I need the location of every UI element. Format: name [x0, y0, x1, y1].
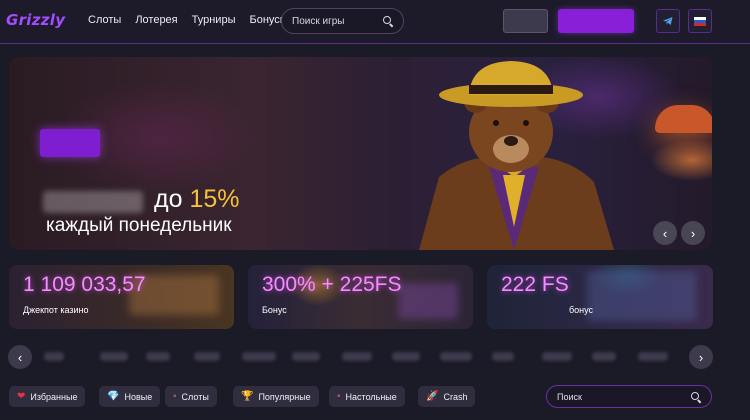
- heart-icon: ❤: [17, 390, 26, 402]
- site-header: Grizzly Слоты Лотерея Турниры Бонусы Пои…: [0, 0, 750, 44]
- hero-title-percent: 15%: [189, 185, 240, 213]
- provider-logo[interactable]: [342, 352, 372, 361]
- rocket-icon: 🚀: [426, 390, 439, 402]
- search-icon[interactable]: [383, 16, 393, 26]
- provider-logo[interactable]: [492, 352, 514, 361]
- provider-logo[interactable]: [292, 352, 320, 361]
- search-icon[interactable]: [691, 391, 701, 402]
- promo-image-blurred: [398, 283, 458, 319]
- provider-logo[interactable]: [392, 352, 420, 361]
- promo-card-jackpot[interactable]: 1 109 033,57 Джекпот казино: [9, 265, 234, 329]
- provider-logo[interactable]: [638, 352, 668, 361]
- jackpot-amount: 1 109 033,57: [23, 273, 146, 296]
- register-button[interactable]: [558, 9, 634, 33]
- hero-banner[interactable]: до 15% каждый понедельник ‹ ›: [9, 57, 712, 250]
- jackpot-label: Джекпот казино: [23, 305, 89, 315]
- providers-prev-button[interactable]: ‹: [8, 345, 32, 369]
- game-search-placeholder: Поиск игры: [292, 15, 345, 27]
- hero-title-blurred: [43, 191, 143, 213]
- provider-logo[interactable]: [44, 352, 64, 361]
- promo-image-blurred: [587, 271, 697, 321]
- nav-lottery[interactable]: Лотерея: [135, 14, 177, 26]
- lamp-decoration: [655, 105, 712, 133]
- cards-icon: ▪: [337, 390, 341, 402]
- catalog-search-placeholder: Поиск: [557, 391, 582, 402]
- provider-logo[interactable]: [100, 352, 128, 361]
- hero-next-button[interactable]: ›: [681, 221, 705, 245]
- category-favorites[interactable]: ❤ Избранные: [9, 386, 86, 407]
- telegram-icon: [663, 17, 673, 25]
- category-popular[interactable]: 🏆 Популярные: [233, 386, 319, 407]
- freespins-label: бонус: [569, 305, 594, 315]
- bonus-amount: 300% + 225FS: [262, 273, 402, 296]
- provider-logo[interactable]: [592, 352, 616, 361]
- bear-mascot-image: [419, 61, 614, 250]
- category-label: Избранные: [30, 391, 78, 402]
- slot-icon: ▪: [173, 390, 177, 402]
- russian-flag-icon: [694, 16, 706, 26]
- provider-logos-strip: [42, 352, 678, 362]
- category-label: Популярные: [258, 391, 311, 402]
- language-selector[interactable]: [688, 9, 712, 33]
- nav-slots[interactable]: Слоты: [88, 14, 121, 26]
- freespins-amount: 222 FS: [501, 273, 569, 296]
- hero-title: до 15%: [154, 185, 240, 214]
- category-label: Настольные: [345, 391, 397, 402]
- telegram-button[interactable]: [656, 9, 680, 33]
- provider-logo[interactable]: [146, 352, 170, 361]
- hero-title-text: до: [154, 185, 183, 213]
- catalog-search-input[interactable]: Поиск: [546, 385, 712, 408]
- trophy-icon: 🏆: [241, 390, 254, 402]
- hero-subtitle: каждый понедельник: [46, 215, 232, 236]
- login-button[interactable]: [503, 9, 548, 33]
- providers-next-button[interactable]: ›: [689, 345, 713, 369]
- category-label: Crash: [443, 391, 468, 402]
- nav-tournaments[interactable]: Турниры: [192, 14, 236, 26]
- hero-badge: [40, 129, 100, 157]
- category-slots[interactable]: ▪ Слоты: [165, 386, 217, 407]
- provider-logo[interactable]: [194, 352, 220, 361]
- category-label: Слоты: [181, 391, 209, 402]
- diamond-icon: 💎: [107, 390, 120, 402]
- bonus-label: Бонус: [262, 305, 287, 315]
- promo-card-bonus[interactable]: 300% + 225FS Бонус: [248, 265, 473, 329]
- logo[interactable]: Grizzly: [6, 11, 65, 29]
- provider-logo[interactable]: [542, 352, 572, 361]
- category-new[interactable]: 💎 Новые: [99, 386, 161, 407]
- category-label: Новые: [124, 391, 153, 402]
- main-nav: Слоты Лотерея Турниры Бонусы: [88, 14, 288, 26]
- promo-card-freespins[interactable]: 222 FS бонус: [487, 265, 713, 329]
- game-search-input[interactable]: Поиск игры: [281, 8, 404, 34]
- hero-prev-button[interactable]: ‹: [653, 221, 677, 245]
- category-crash[interactable]: 🚀 Crash: [418, 386, 476, 407]
- provider-logo[interactable]: [242, 352, 276, 361]
- provider-logo[interactable]: [440, 352, 472, 361]
- category-table[interactable]: ▪ Настольные: [329, 386, 405, 407]
